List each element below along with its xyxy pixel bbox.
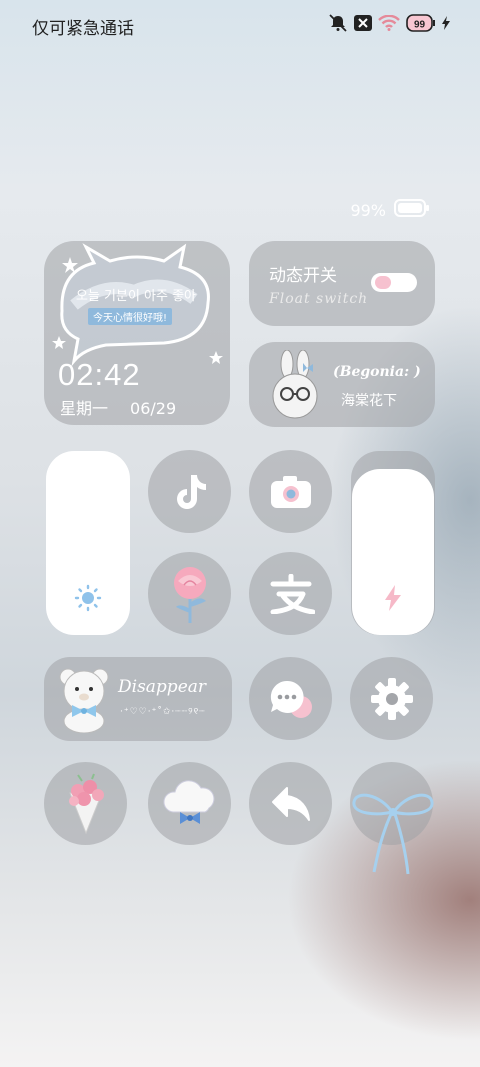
bubble-subtext: 今天心情很好哦! xyxy=(88,308,173,325)
begonia-widget[interactable]: (Begonia: ) 海棠花下 xyxy=(249,342,435,427)
status-bar: 仅可紧急通话 99 xyxy=(0,0,480,48)
rose-icon xyxy=(173,566,206,623)
bunny-icon xyxy=(272,350,318,419)
back-arrow-icon xyxy=(271,786,310,821)
battery-level-text: 99 xyxy=(414,20,426,31)
cloud-app-icon[interactable] xyxy=(148,762,231,845)
clock-time: 02:42 xyxy=(58,357,141,392)
clock-widget[interactable]: 오늘 기분이 아주 좋아 今天心情很好哦! 02:42 星期一 06/29 xyxy=(44,241,230,425)
weekday: 星期一 xyxy=(60,399,109,418)
power-slider-track[interactable] xyxy=(351,451,435,635)
teddy-bear-icon xyxy=(59,668,109,733)
bouquet-app-icon[interactable] xyxy=(44,762,127,845)
rose-bouquet-icon xyxy=(68,773,104,834)
message-app-icon[interactable] xyxy=(249,657,332,740)
alipay-app-icon[interactable] xyxy=(249,552,332,635)
back-app-icon[interactable] xyxy=(249,762,332,845)
ribbon-bow-icon xyxy=(352,793,434,875)
toggle-knob xyxy=(375,276,391,289)
settings-app-icon[interactable] xyxy=(350,657,433,740)
bell-muted-icon xyxy=(328,14,348,32)
ribbon-app-icon[interactable] xyxy=(350,762,434,875)
wifi-icon xyxy=(378,15,400,31)
sim-off-icon xyxy=(354,15,372,31)
gear-icon xyxy=(370,677,413,720)
float-switch-toggle[interactable] xyxy=(371,273,417,292)
bubble-text: 오늘 기분이 아주 좋아 xyxy=(75,289,197,304)
cloud-bow-icon xyxy=(163,779,214,824)
battery-percent: 99% xyxy=(350,200,386,220)
camera-icon xyxy=(270,475,311,508)
carrier-text: 仅可紧急通话 xyxy=(32,19,134,39)
brightness-slider[interactable] xyxy=(46,451,130,635)
rose-app-icon[interactable] xyxy=(148,552,231,635)
charging-bolt-icon xyxy=(442,16,450,30)
battery-icon: 99 xyxy=(406,14,436,32)
status-icons: 99 xyxy=(328,14,450,32)
tiktok-app-icon[interactable] xyxy=(148,450,231,533)
tiktok-icon xyxy=(176,474,206,509)
power-slider-fill xyxy=(352,469,434,635)
float-switch-widget[interactable]: 动态开关 Float switch xyxy=(249,241,435,326)
battery-outline-icon xyxy=(394,198,430,222)
float-switch-subtitle: Float switch xyxy=(269,291,369,307)
disappear-subtitle: ·⁺♡♡·⁺˚✩·┈┈୨୧┈ xyxy=(120,707,206,717)
sun-icon xyxy=(74,584,102,616)
begonia-subtitle: 海棠花下 xyxy=(341,393,397,409)
message-bubble-icon xyxy=(270,680,312,718)
disappear-widget[interactable]: Disappear ·⁺♡♡·⁺˚✩·┈┈୨୧┈ xyxy=(44,657,232,741)
float-switch-title: 动态开关 xyxy=(269,266,337,286)
disappear-title: Disappear xyxy=(118,677,207,697)
clock-date: 星期一 06/29 xyxy=(60,395,176,419)
camera-app-icon[interactable] xyxy=(249,450,332,533)
lightning-icon xyxy=(384,585,402,615)
battery-widget: 99% xyxy=(350,198,430,222)
date: 06/29 xyxy=(130,399,177,418)
begonia-title: (Begonia: ) xyxy=(333,364,421,380)
alipay-icon xyxy=(270,573,315,614)
